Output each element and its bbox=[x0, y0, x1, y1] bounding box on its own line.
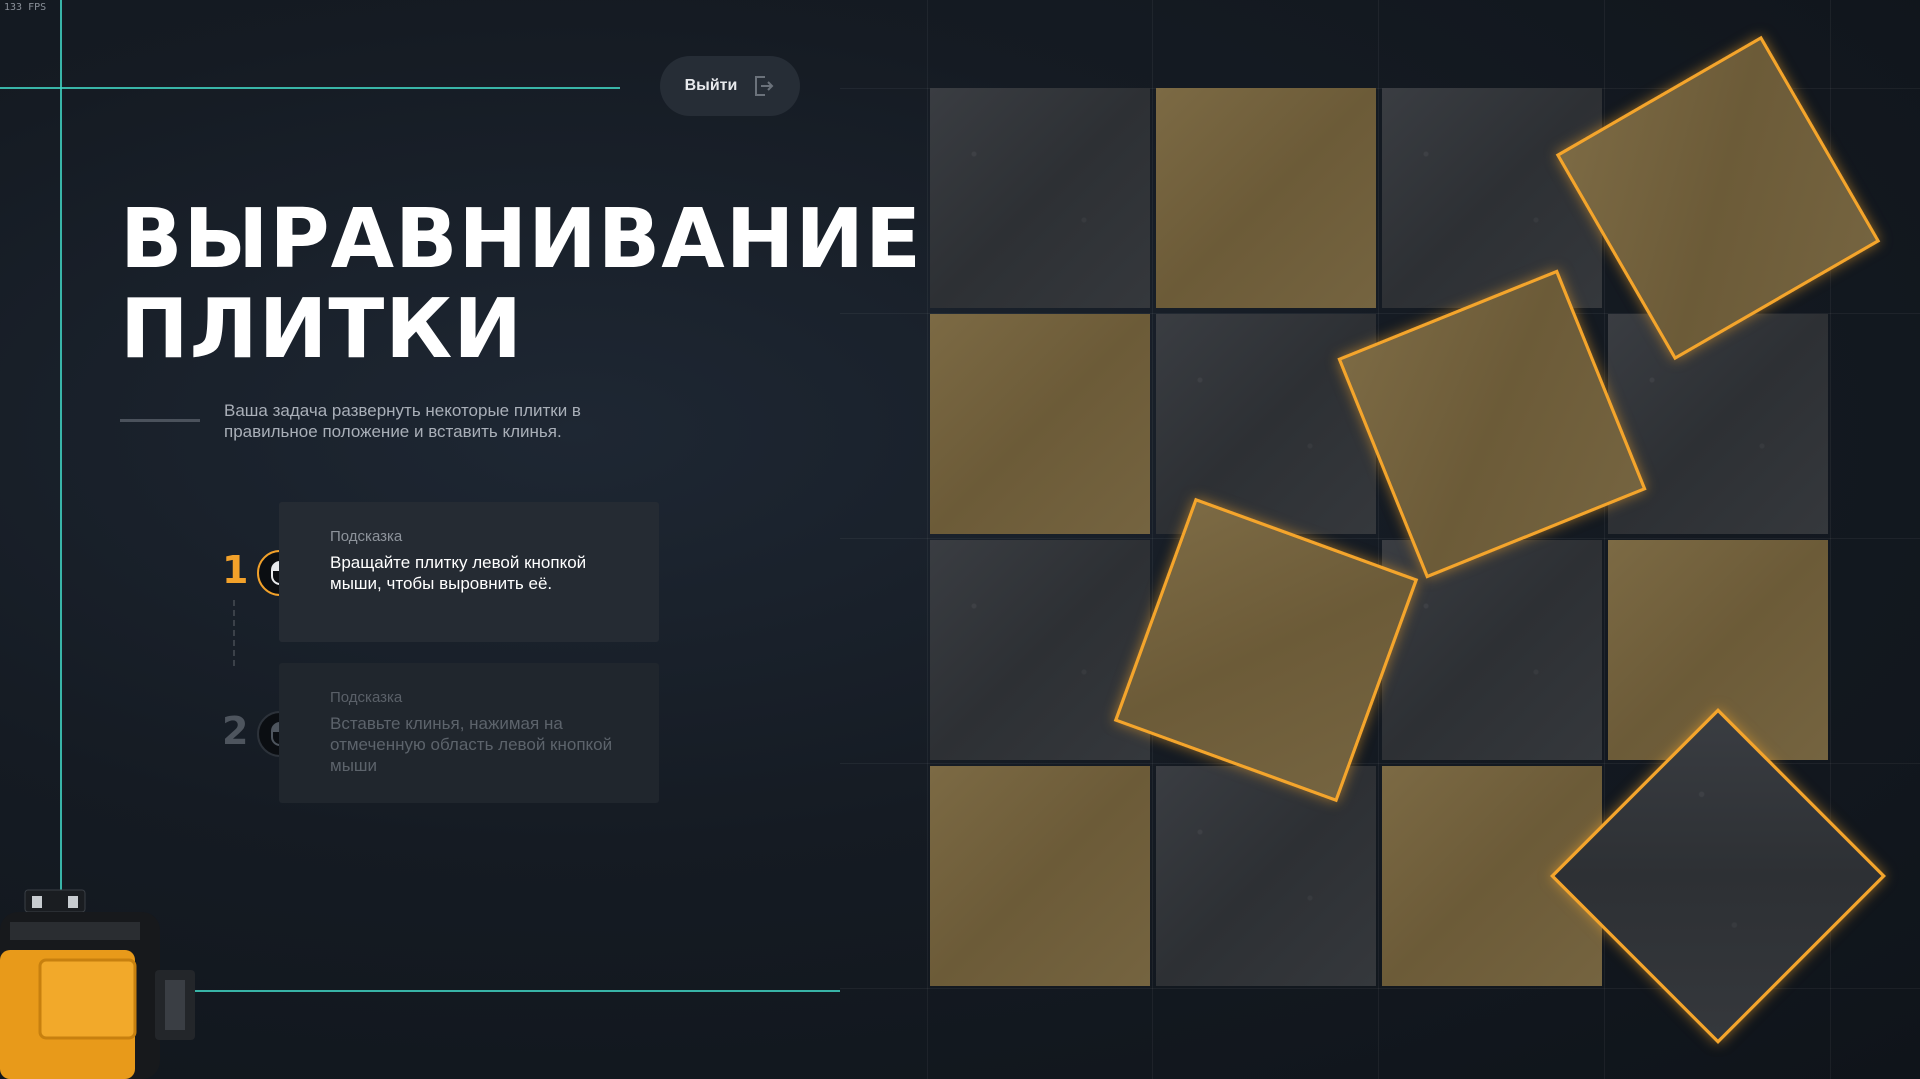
fps-counter: 133 FPS bbox=[4, 2, 47, 13]
tile-r3-c1[interactable] bbox=[1156, 766, 1376, 986]
exit-button-label: Выйти bbox=[684, 77, 738, 94]
exit-button[interactable]: Выйти bbox=[660, 56, 800, 116]
tile-r1-c2[interactable] bbox=[1337, 269, 1647, 579]
tile-r2-c2[interactable] bbox=[1382, 540, 1602, 760]
description-divider bbox=[120, 419, 200, 422]
board-gridline bbox=[927, 0, 928, 1079]
hint-2-text: Вставьте клинья, нажимая на отмеченную о… bbox=[330, 714, 613, 775]
guide-line-bottom bbox=[195, 990, 840, 992]
page-title-line-2: ПЛИТКИ bbox=[120, 282, 523, 377]
tile-r1-c0[interactable] bbox=[930, 314, 1150, 534]
tile-board bbox=[930, 35, 1887, 1045]
hint-connector bbox=[233, 600, 235, 666]
guide-line-vertical bbox=[60, 0, 62, 900]
hint-2-label: Подсказка bbox=[330, 689, 403, 706]
laser-level-icon bbox=[0, 889, 195, 1079]
tile-r1-c1[interactable] bbox=[1156, 314, 1376, 534]
hint-1-label: Подсказка bbox=[330, 528, 403, 545]
task-description: Ваша задача развернуть некоторые плитки … bbox=[224, 401, 581, 441]
hint-1-text: Вращайте плитку левой кнопкой мыши, чтоб… bbox=[330, 553, 587, 593]
page-title: ВЫРАВНИВАНИЕ ПЛИТКИ bbox=[120, 195, 922, 375]
tile-r0-c0[interactable] bbox=[930, 88, 1150, 308]
tile-r1-c3[interactable] bbox=[1608, 314, 1828, 534]
tile-r3-c0[interactable] bbox=[930, 766, 1150, 986]
hint-card-1: Подсказка Вращайте плитку левой кнопкой … bbox=[279, 502, 659, 642]
hint-number-1: 1 bbox=[222, 548, 249, 592]
tile-r2-c0[interactable] bbox=[930, 540, 1150, 760]
tile-r0-c1[interactable] bbox=[1156, 88, 1376, 308]
tile-r0-c2[interactable] bbox=[1382, 88, 1602, 308]
hint-card-2: Подсказка Вставьте клинья, нажимая на от… bbox=[279, 663, 659, 803]
guide-line-top bbox=[0, 87, 620, 89]
exit-icon bbox=[755, 76, 774, 96]
page-title-line-1: ВЫРАВНИВАНИЕ bbox=[120, 192, 923, 287]
hint-number-2: 2 bbox=[222, 709, 249, 753]
tile-r2-c1[interactable] bbox=[1113, 497, 1419, 803]
